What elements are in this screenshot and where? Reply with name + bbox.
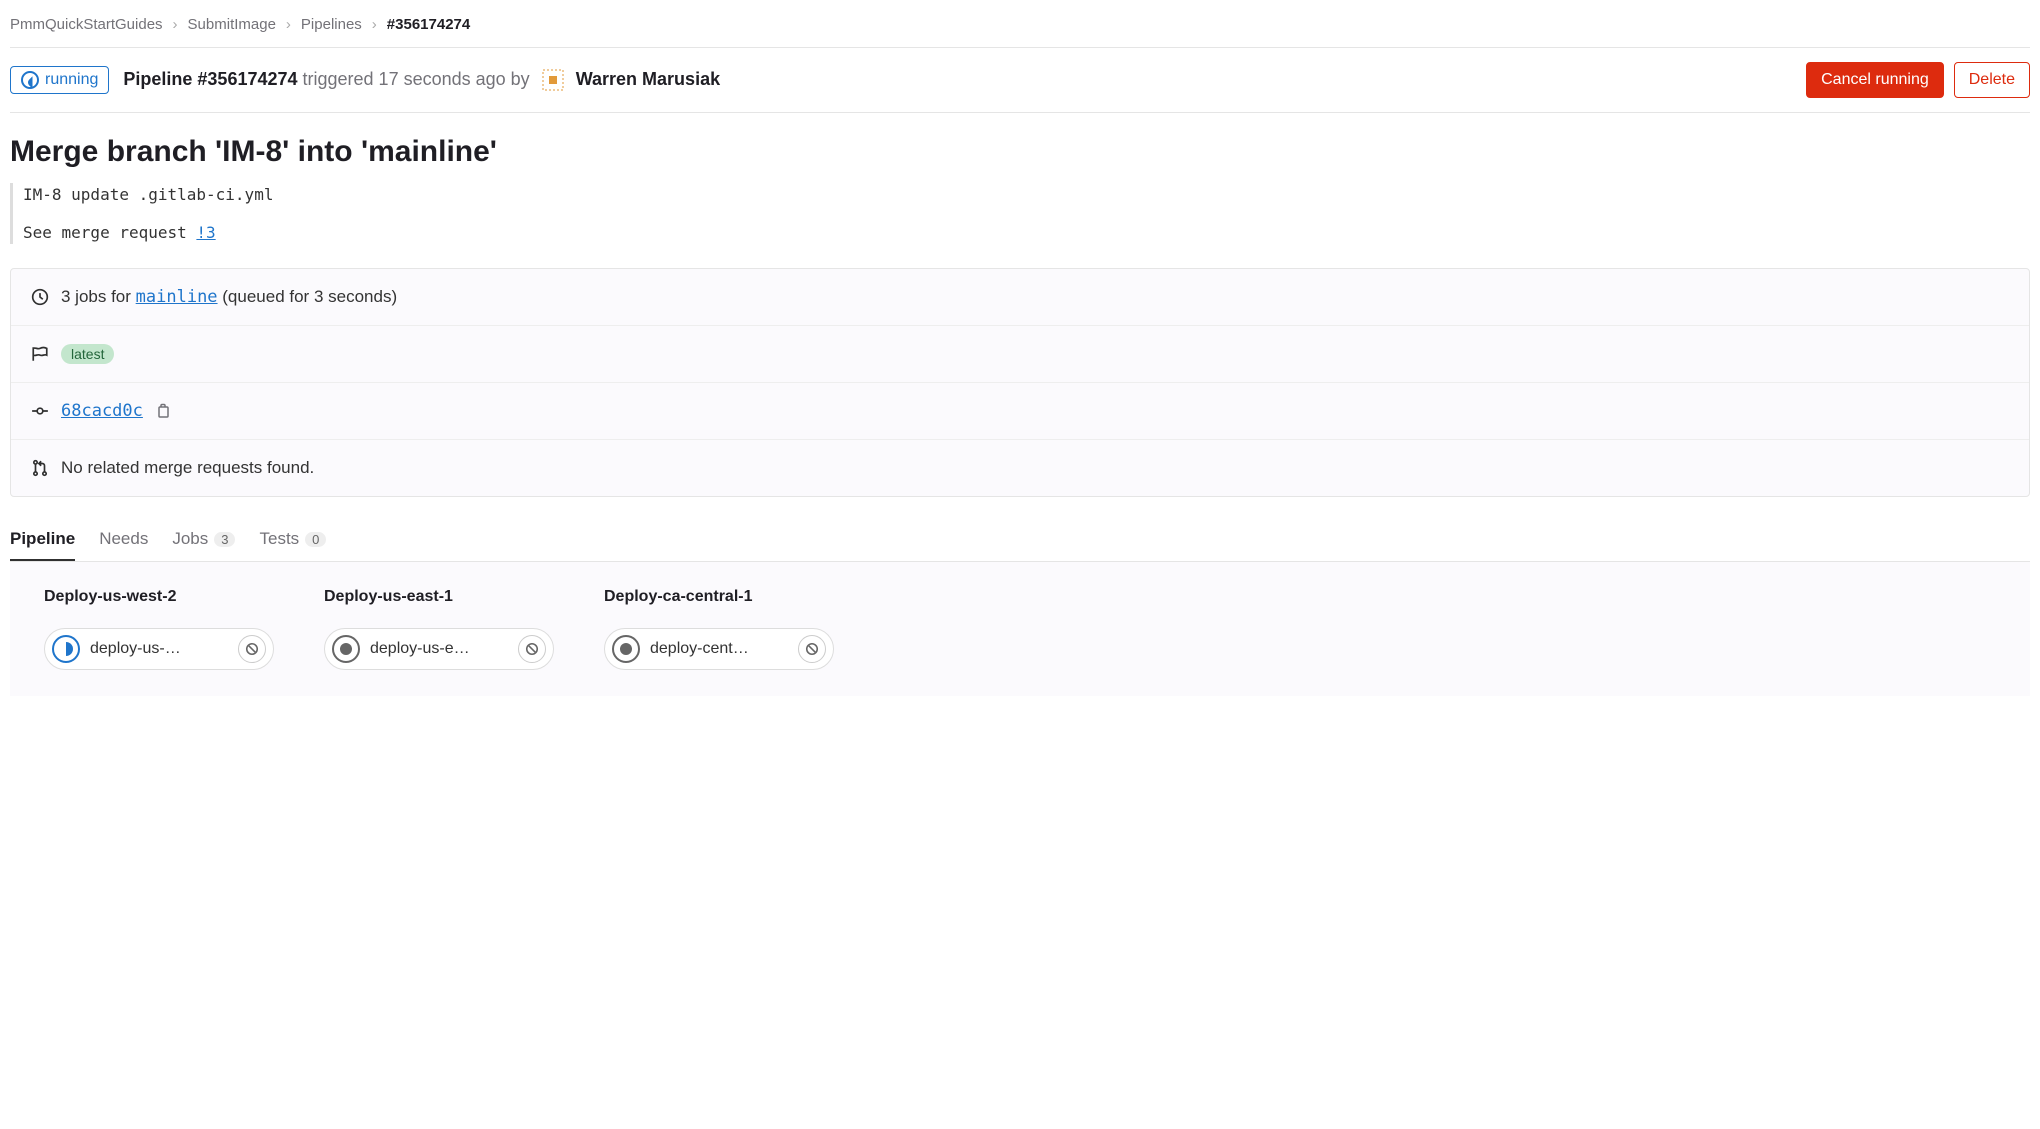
pipeline-header: running Pipeline #356174274 triggered 17… [10, 48, 2030, 113]
breadcrumb-item[interactable]: PmmQuickStartGuides [10, 16, 163, 33]
chevron-right-icon: › [173, 16, 178, 33]
status-badge-running[interactable]: running [10, 66, 109, 94]
pipeline-title: Pipeline #356174274 triggered 17 seconds… [123, 68, 720, 92]
running-icon [21, 71, 39, 89]
stage-column: Deploy-us-west-2 deploy-us-… [44, 588, 284, 670]
pipeline-prefix: Pipeline [123, 69, 197, 89]
cancel-job-icon[interactable] [798, 635, 826, 663]
pipeline-info-card: 3 jobs for mainline (queued for 3 second… [10, 268, 2030, 497]
commit-sha-link[interactable]: 68cacd0c [61, 401, 143, 421]
job-pill[interactable]: deploy-cent… [604, 628, 834, 670]
tab-pipeline[interactable]: Pipeline [10, 519, 75, 561]
avatar[interactable] [541, 68, 565, 92]
tab-needs[interactable]: Needs [99, 519, 148, 561]
merge-requests-row: No related merge requests found. [11, 440, 2029, 496]
breadcrumb: PmmQuickStartGuides › SubmitImage › Pipe… [10, 10, 2030, 48]
running-icon [52, 635, 80, 663]
chevron-right-icon: › [286, 16, 291, 33]
no-mr-text: No related merge requests found. [61, 458, 314, 478]
merge-request-icon [31, 459, 49, 477]
cancel-running-button[interactable]: Cancel running [1806, 62, 1944, 98]
stage-column: Deploy-us-east-1 deploy-us-e… [324, 588, 564, 670]
jobs-info-row: 3 jobs for mainline (queued for 3 second… [11, 269, 2029, 326]
cancel-job-icon[interactable] [238, 635, 266, 663]
tab-label: Jobs [172, 529, 208, 549]
tab-count: 3 [214, 532, 235, 547]
tab-label: Tests [259, 529, 299, 549]
stage-name: Deploy-us-west-2 [44, 588, 284, 606]
job-name: deploy-us-… [90, 640, 228, 658]
jobs-count-text: 3 jobs for [61, 287, 136, 306]
commit-title: Merge branch 'IM-8' into 'mainline' [10, 135, 2030, 169]
commit-icon [31, 402, 49, 420]
pipeline-id: #356174274 [197, 69, 297, 89]
delete-button[interactable]: Delete [1954, 62, 2030, 98]
queued-text: (queued for 3 seconds) [218, 287, 398, 306]
commit-sha-row: 68cacd0c [11, 383, 2029, 440]
breadcrumb-item[interactable]: SubmitImage [188, 16, 276, 33]
manual-icon [612, 635, 640, 663]
breadcrumb-item[interactable]: Pipelines [301, 16, 362, 33]
chevron-right-icon: › [372, 16, 377, 33]
tab-jobs[interactable]: Jobs 3 [172, 519, 235, 561]
tab-count: 0 [305, 532, 326, 547]
job-name: deploy-cent… [650, 640, 788, 658]
cancel-job-icon[interactable] [518, 635, 546, 663]
tags-row: latest [11, 326, 2029, 383]
pipeline-tabs: Pipeline Needs Jobs 3 Tests 0 [10, 519, 2030, 562]
pipeline-graph: Deploy-us-west-2 deploy-us-… Deploy-us-e… [10, 562, 2030, 696]
author-name[interactable]: Warren Marusiak [576, 69, 720, 89]
clock-icon [31, 288, 49, 306]
copy-icon[interactable] [155, 403, 171, 419]
stage-column: Deploy-ca-central-1 deploy-cent… [604, 588, 844, 670]
stage-name: Deploy-ca-central-1 [604, 588, 844, 606]
tab-tests[interactable]: Tests 0 [259, 519, 326, 561]
manual-icon [332, 635, 360, 663]
job-pill[interactable]: deploy-us-… [44, 628, 274, 670]
stage-name: Deploy-us-east-1 [324, 588, 564, 606]
commit-description: IM-8 update .gitlab-ci.yml See merge req… [10, 183, 2030, 244]
job-name: deploy-us-e… [370, 640, 508, 658]
commit-desc-line: See merge request [23, 223, 196, 242]
triggered-text: triggered 17 seconds ago by [298, 69, 530, 89]
status-label: running [45, 71, 98, 89]
latest-badge: latest [61, 344, 114, 364]
breadcrumb-current: #356174274 [387, 16, 470, 33]
commit-desc-line: IM-8 update .gitlab-ci.yml [23, 185, 2030, 204]
merge-request-link[interactable]: !3 [196, 223, 215, 242]
flag-icon [31, 345, 49, 363]
branch-link[interactable]: mainline [136, 287, 218, 307]
job-pill[interactable]: deploy-us-e… [324, 628, 554, 670]
